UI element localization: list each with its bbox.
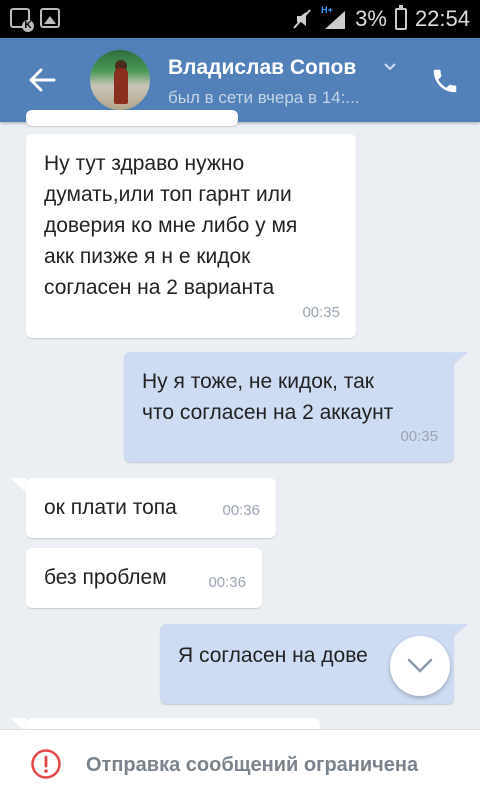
status-bar: H+ 3% 22:54 <box>0 0 480 38</box>
message-text-line: Ну тут здраво нужно <box>44 152 245 175</box>
phone-icon[interactable] <box>430 66 460 96</box>
back-arrow-icon[interactable] <box>26 64 58 96</box>
battery-icon <box>394 5 407 30</box>
last-seen-status: был в сети вчера в 14:... <box>168 88 360 107</box>
scroll-to-bottom-button[interactable] <box>390 636 450 696</box>
restriction-text: Отправка сообщений ограничена <box>86 754 419 776</box>
message-bubble-partial <box>26 110 238 126</box>
battery-percent: 3% <box>355 6 387 31</box>
messaging-restricted-bar: Отправка сообщений ограничена <box>0 729 480 800</box>
message-time: 00:36 <box>222 502 260 519</box>
network-type: H+ <box>321 5 333 15</box>
message-time: 00:35 <box>400 428 438 445</box>
bubble-tail <box>452 624 468 638</box>
chevron-down-icon[interactable] <box>383 60 397 74</box>
system-indicators: H+ 3% 22:54 <box>291 0 470 38</box>
mute-icon <box>291 8 313 30</box>
vk-notification-icon <box>10 8 34 32</box>
message-time: 00:36 <box>208 574 246 591</box>
signal-icon: H+ <box>321 5 347 31</box>
message-bubble-incoming[interactable]: без проблем 00:36 <box>26 548 262 608</box>
image-notification-icon <box>40 8 60 28</box>
message-text-line: согласен на 2 варианта <box>44 276 275 299</box>
message-text-line: акк пизже я н е кидок <box>44 245 251 268</box>
message-time: 00:35 <box>302 304 340 321</box>
message-bubble-incoming[interactable]: Ну тут здраво нужно думать,или топ гарнт… <box>26 134 356 338</box>
message-bubble-incoming[interactable]: ок плати топа 00:36 <box>26 478 276 538</box>
message-text: ок плати топа <box>44 496 177 519</box>
notification-icons <box>10 8 60 32</box>
message-bubble-outgoing[interactable]: Ну я тоже, не кидок, так что согласен на… <box>124 352 454 462</box>
message-text-line: что согласен на 2 аккаунт <box>142 401 394 424</box>
avatar[interactable] <box>90 50 150 110</box>
clock: 22:54 <box>414 6 470 31</box>
chevron-down-icon <box>407 658 433 673</box>
message-text-line: Ну я тоже, не кидок, так <box>142 370 374 393</box>
contact-name[interactable]: Владислав Сопов <box>168 56 356 80</box>
warning-icon <box>31 749 61 779</box>
bubble-tail <box>10 478 26 492</box>
message-text-line: доверия ко мне либо у мя <box>44 214 298 237</box>
message-text: без проблем <box>44 566 167 589</box>
message-text-line: думать,или топ гарнт или <box>44 183 292 206</box>
bubble-tail <box>452 352 468 366</box>
